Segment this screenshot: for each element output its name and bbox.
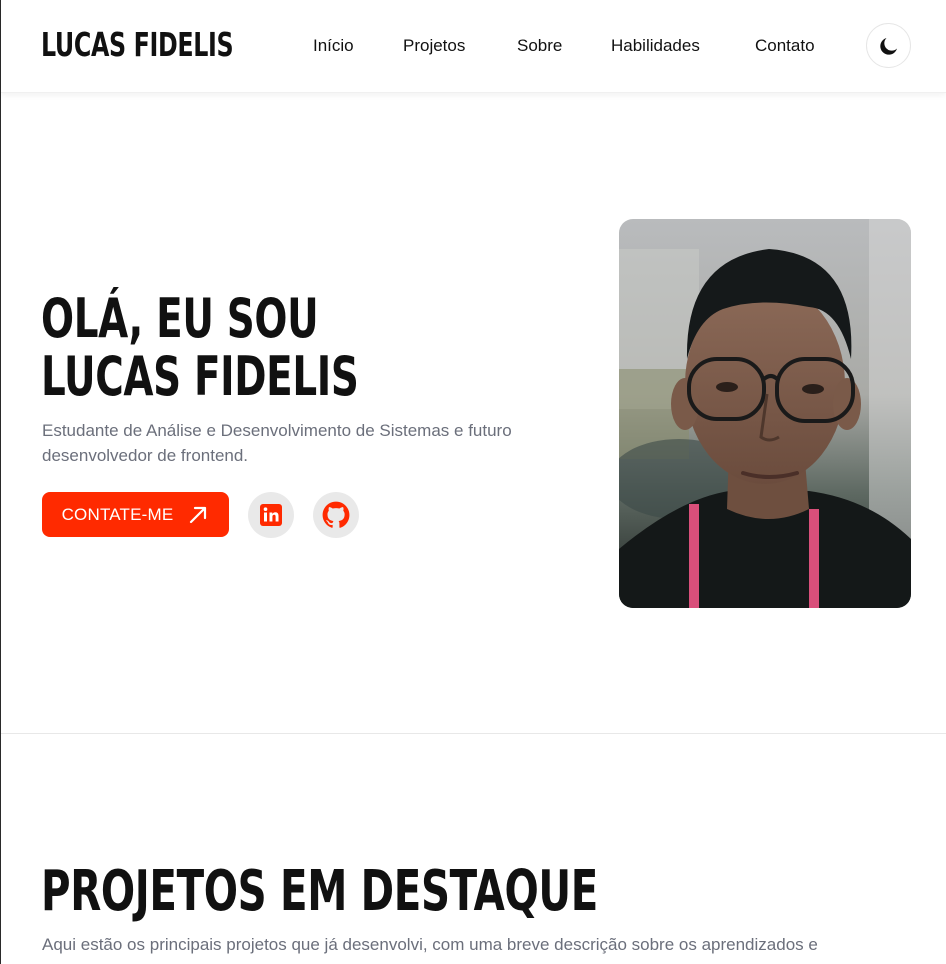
site-header: LUCAS FIDELIS Início Projetos Sobre Habi… [1,0,946,93]
hero-title-line1: OLÁ, EU SOU [41,287,319,350]
main-nav: Início Projetos Sobre Habilidades Contat… [1,34,946,58]
nav-link-sobre[interactable]: Sobre [517,34,562,58]
projects-title: PROJETOS EM DESTAQUE [41,859,598,924]
profile-photo [619,219,911,608]
linkedin-icon [260,504,282,526]
theme-toggle-button[interactable] [866,23,911,68]
profile-photo-illustration [619,219,911,608]
section-divider [1,733,946,734]
hero-title: OLÁ, EU SOU LUCAS FIDELIS [41,290,359,406]
projects-subtitle: Aqui estão os principais projetos que já… [42,935,818,954]
moon-icon [879,37,897,55]
nav-link-inicio[interactable]: Início [313,34,354,58]
github-icon [322,501,350,528]
nav-link-contato[interactable]: Contato [755,34,815,58]
hero-subtitle: Estudante de Análise e Desenvolvimento d… [42,421,512,465]
nav-link-projetos[interactable]: Projetos [403,34,465,58]
hero-title-line2: LUCAS FIDELIS [41,345,359,408]
contact-me-button[interactable]: CONTATE-ME [42,492,229,537]
github-button[interactable] [313,492,359,538]
nav-link-habilidades[interactable]: Habilidades [611,34,700,58]
linkedin-button[interactable] [248,492,294,538]
arrow-up-right-icon [190,506,207,523]
contact-me-label: CONTATE-ME [61,504,174,524]
